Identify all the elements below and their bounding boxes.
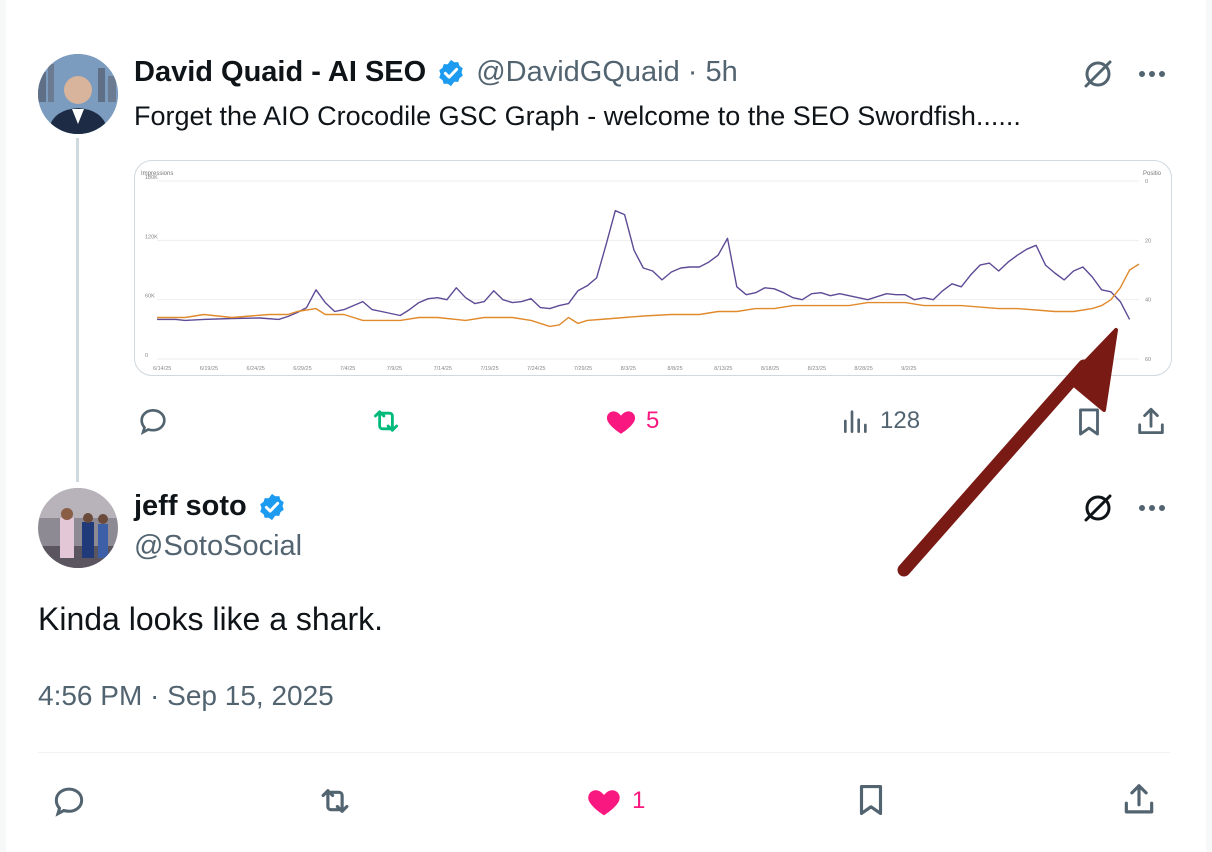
reply-author-name[interactable]: jeff soto: [134, 490, 247, 523]
x-tick-label: 7/4/25: [340, 366, 355, 372]
reply-like-count: 1: [632, 787, 646, 814]
right-tick-label: 60: [1145, 357, 1151, 363]
heart-icon: [588, 790, 620, 816]
x-tick-label: 8/13/25: [714, 366, 732, 372]
left-tick-label: 0: [145, 353, 148, 359]
divider: [38, 752, 1170, 753]
x-tick-label: 7/19/25: [480, 366, 498, 372]
repost-icon: [373, 410, 399, 432]
x-tick-label: 6/24/25: [247, 366, 265, 372]
right-axis-label: Positio: [1143, 171, 1162, 177]
right-tick-label: 0: [1145, 179, 1148, 185]
reply-timestamp[interactable]: 4:56 PM · Sep 15, 2025: [38, 680, 334, 712]
right-tick-label: 40: [1145, 298, 1151, 304]
left-tick-label: 60K: [145, 294, 155, 300]
repost-action-button[interactable]: [314, 782, 356, 820]
left-tick-label: 120K: [145, 234, 158, 240]
impressions-series-line: [157, 210, 1131, 322]
heart-icon: [606, 411, 636, 434]
x-tick-label: 7/9/25: [387, 366, 402, 372]
x-tick-label: 8/23/25: [808, 366, 826, 372]
post-text: Forget the AIO Crocodile GSC Graph - wel…: [134, 101, 1021, 131]
views-icon: [844, 410, 867, 433]
x-tick-label: 8/3/25: [621, 366, 636, 372]
verified-icon: [260, 493, 284, 520]
verified-icon: [439, 59, 463, 86]
right-gutter: [1206, 0, 1212, 852]
x-tick-label: 6/19/25: [200, 366, 218, 372]
left-tick-label: 180K: [145, 175, 158, 181]
share-icon[interactable]: [1120, 780, 1158, 820]
reply-icon: [140, 409, 166, 436]
reply-avatar[interactable]: [38, 488, 118, 568]
grok-icon[interactable]: [1080, 56, 1116, 92]
left-gutter: [0, 0, 6, 852]
avatar[interactable]: [38, 54, 118, 134]
reply-text: Kinda looks like a shark.: [38, 601, 384, 637]
x-tick-label: 8/8/25: [667, 366, 682, 372]
author-handle-time[interactable]: @DavidGQuaid · 5h: [476, 56, 738, 89]
x-tick-label: 6/29/25: [293, 366, 311, 372]
x-tick-label: 7/24/25: [527, 366, 545, 372]
like-button[interactable]: 5: [604, 404, 659, 438]
thread-connector: [76, 138, 79, 482]
author-name[interactable]: David Quaid - AI SEO: [134, 56, 426, 89]
x-tick-label: 8/18/25: [761, 366, 779, 372]
x-tick-label: 8/28/25: [854, 366, 872, 372]
x-tick-label: 6/14/25: [153, 366, 171, 372]
like-action-button[interactable]: 1: [584, 782, 645, 820]
like-count: 5: [646, 407, 660, 434]
repost-button[interactable]: [368, 404, 404, 438]
reply-action-button[interactable]: [50, 782, 88, 820]
bookmark-icon[interactable]: [852, 780, 890, 820]
more-icon[interactable]: [1134, 60, 1170, 88]
reply-author-handle[interactable]: @SotoSocial: [134, 530, 302, 563]
avatar-photo: [38, 54, 118, 134]
reply-icon: [54, 787, 84, 817]
repost-icon: [321, 789, 349, 813]
annotation-arrow: [897, 328, 1118, 577]
x-tick-label: 7/29/25: [574, 366, 592, 372]
x-tick-label: 7/14/25: [434, 366, 452, 372]
reply-button[interactable]: [136, 404, 170, 438]
right-tick-label: 20: [1145, 238, 1151, 244]
reply-avatar-photo: [38, 488, 118, 568]
